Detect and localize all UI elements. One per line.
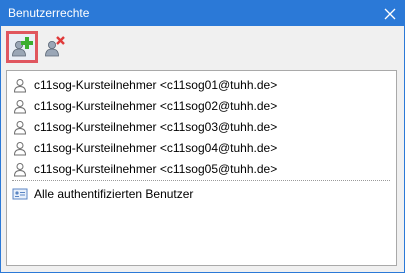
toolbar [1, 26, 404, 70]
list-item[interactable]: c11sog-Kursteilnehmer <c11sog02@tuhh.de> [7, 95, 396, 116]
list-item[interactable]: Alle authentifizierten Benutzer [7, 183, 396, 204]
close-button[interactable] [376, 1, 404, 26]
user-icon [13, 100, 27, 114]
list-item-label: c11sog-Kursteilnehmer <c11sog03@tuhh.de> [34, 120, 278, 134]
user-icon [13, 142, 27, 156]
list-item-label: c11sog-Kursteilnehmer <c11sog02@tuhh.de> [34, 99, 278, 113]
list-item-label: c11sog-Kursteilnehmer <c11sog04@tuhh.de> [34, 141, 278, 155]
add-user-icon [12, 37, 33, 57]
remove-user-button[interactable] [41, 32, 69, 60]
permissions-list[interactable]: c11sog-Kursteilnehmer <c11sog01@tuhh.de>… [6, 70, 397, 266]
add-user-button[interactable] [6, 31, 38, 63]
window-title: Benutzerrechte [8, 6, 90, 20]
list-item[interactable]: c11sog-Kursteilnehmer <c11sog01@tuhh.de> [7, 74, 396, 95]
close-icon [384, 8, 396, 19]
list-item-label: c11sog-Kursteilnehmer <c11sog05@tuhh.de> [34, 162, 278, 176]
list-item[interactable]: c11sog-Kursteilnehmer <c11sog05@tuhh.de> [7, 158, 396, 179]
list-item[interactable]: c11sog-Kursteilnehmer <c11sog04@tuhh.de> [7, 137, 396, 158]
list-item-label: Alle authentifizierten Benutzer [34, 187, 194, 201]
user-icon [13, 121, 27, 135]
list-item-label: c11sog-Kursteilnehmer <c11sog01@tuhh.de> [34, 78, 278, 92]
title-bar: Benutzerrechte [1, 1, 404, 26]
remove-user-icon [45, 36, 65, 57]
user-icon [13, 163, 27, 177]
list-divider [12, 180, 390, 181]
list-item[interactable]: c11sog-Kursteilnehmer <c11sog03@tuhh.de> [7, 116, 396, 137]
user-icon [13, 79, 27, 93]
group-card-icon [12, 188, 28, 200]
permissions-dialog: Benutzerrechte c11sog-Kursteilnehmer <c1… [0, 0, 405, 273]
